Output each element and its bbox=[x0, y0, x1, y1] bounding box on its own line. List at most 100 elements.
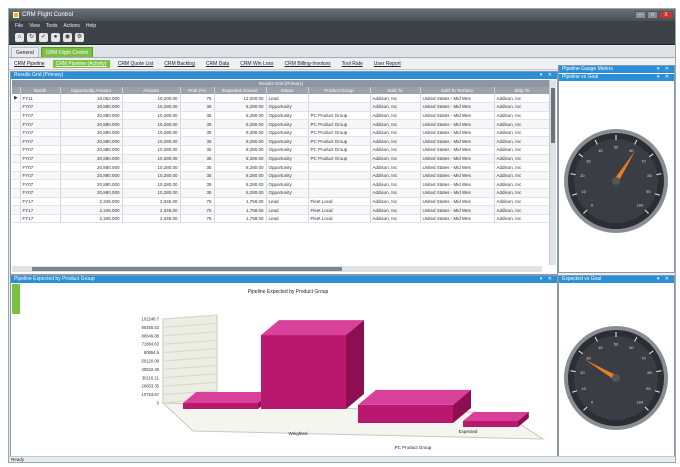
view-tabs: General CRM Flight Control bbox=[9, 46, 675, 58]
row-selector[interactable] bbox=[12, 145, 21, 155]
table-cell: Addison, Inc bbox=[370, 197, 421, 207]
row-selector[interactable] bbox=[12, 205, 21, 215]
col-header[interactable]: Opportunity Amount bbox=[60, 87, 123, 94]
table-row[interactable]: FY17 2,345.000 2,345.00 75 1,758.00 Lead Fleet… bbox=[12, 197, 550, 207]
row-selector[interactable] bbox=[12, 162, 21, 172]
table-cell: United States - Mid Wes bbox=[420, 136, 495, 147]
row-selector[interactable] bbox=[12, 136, 21, 147]
table-cell: Opportunity bbox=[266, 154, 309, 164]
table-row[interactable]: FY07 20,880.000 10,280.00 35 8,280.00 Opportu… bbox=[12, 162, 550, 172]
chat-icon[interactable]: ● bbox=[51, 33, 60, 42]
menu-tools[interactable]: Tools bbox=[46, 23, 58, 29]
table-row[interactable]: FY07 20,880.000 10,280.00 35 8,280.00 Opportu… bbox=[12, 111, 550, 121]
panel-controls[interactable]: ▾ ✕ bbox=[657, 74, 671, 81]
col-header[interactable]: Product Group bbox=[308, 87, 371, 94]
search-tab[interactable]: CRM Backlog bbox=[161, 60, 198, 68]
search-tab[interactable]: CRM Data bbox=[203, 60, 232, 68]
col-header[interactable]: Sold To bbox=[370, 87, 421, 94]
search-tab[interactable]: CRM Win Loss bbox=[237, 60, 276, 68]
table-row[interactable]: FY07 20,880.000 10,280.00 35 8,280.00 Opportu… bbox=[12, 136, 550, 147]
panel-controls[interactable]: ▾ ✕ bbox=[657, 276, 671, 283]
col-header[interactable]: Expected Amount bbox=[214, 87, 267, 94]
minimize-button[interactable]: — bbox=[635, 11, 646, 19]
gear-icon[interactable]: ⚙ bbox=[75, 33, 84, 42]
row-selector[interactable]: ▶ bbox=[12, 94, 21, 104]
table-cell: PC Product Group bbox=[308, 136, 371, 147]
house-icon[interactable]: ⌂ bbox=[15, 33, 24, 42]
col-header[interactable]: Ship To bbox=[494, 87, 550, 94]
menu-file[interactable]: File bbox=[15, 23, 23, 29]
table-row[interactable]: FY07 20,880.000 10,280.00 35 8,280.00 Opportu… bbox=[12, 128, 550, 138]
tab-crm-flight-control[interactable]: CRM Flight Control bbox=[40, 47, 94, 57]
table-cell: 35 bbox=[180, 171, 215, 181]
x-category-label: Expected bbox=[459, 429, 478, 434]
row-selector[interactable] bbox=[12, 179, 21, 190]
table-row[interactable]: FY07 20,880.000 10,280.00 35 8,280.00 Opportu… bbox=[12, 154, 550, 164]
checkmark-icon[interactable]: ✓ bbox=[39, 33, 48, 42]
table-cell: FY07 bbox=[20, 162, 61, 172]
y-tick-label: 60854.6 bbox=[144, 350, 160, 355]
search-tab-active[interactable]: CRM Pipeline (Activity) bbox=[52, 60, 110, 68]
scroll-thumb[interactable] bbox=[32, 267, 342, 271]
search-tab[interactable]: CRM Pipeline bbox=[11, 60, 48, 68]
person-icon[interactable]: ◉ bbox=[63, 33, 72, 42]
row-selector[interactable] bbox=[12, 154, 21, 164]
grid-horizontal-scrollbar[interactable] bbox=[12, 266, 542, 272]
refresh-icon[interactable]: ↻ bbox=[27, 33, 36, 42]
scroll-thumb[interactable] bbox=[551, 88, 555, 143]
panel-controls[interactable]: ▾ ✕ bbox=[657, 66, 671, 73]
close-button[interactable]: X bbox=[659, 11, 673, 19]
table-cell: United States - Mid Wes bbox=[420, 214, 495, 224]
table-cell: 20,880.000 bbox=[60, 111, 123, 121]
table-row[interactable]: FY07 20,880.000 10,280.00 35 8,280.00 Opportu… bbox=[12, 145, 550, 155]
menu-actions[interactable]: Actions bbox=[64, 23, 80, 29]
table-row[interactable]: FY07 20,880.000 10,280.00 35 8,280.00 Opportu… bbox=[12, 102, 550, 112]
bar-fleet-local-expected bbox=[463, 421, 518, 427]
panel-controls[interactable]: ▾ ✕ bbox=[540, 276, 554, 283]
row-selector[interactable] bbox=[12, 214, 21, 224]
col-header[interactable]: Status bbox=[266, 87, 309, 94]
row-selector[interactable] bbox=[12, 171, 21, 181]
row-selector[interactable] bbox=[12, 188, 21, 198]
table-cell: 75 bbox=[180, 197, 215, 207]
table-row[interactable]: FY07 20,880.000 10,280.00 35 8,280.00 Opportu… bbox=[12, 179, 550, 190]
col-header[interactable]: Sold To Territory bbox=[420, 87, 495, 94]
maximize-button[interactable]: □ bbox=[647, 11, 658, 19]
table-cell: Fleet Local bbox=[308, 205, 371, 215]
row-selector[interactable] bbox=[12, 197, 21, 207]
tab-general[interactable]: General bbox=[11, 47, 39, 57]
table-row[interactable]: FY07 20,880.000 10,280.00 35 8,280.00 Opportu… bbox=[12, 188, 550, 198]
row-selector[interactable] bbox=[12, 119, 21, 129]
row-selector[interactable] bbox=[12, 128, 21, 138]
table-cell: 2,345.00 bbox=[122, 205, 181, 215]
gauge-tick-label: 90 bbox=[646, 386, 651, 391]
grid-vertical-scrollbar[interactable] bbox=[549, 80, 556, 265]
table-cell: United States - Mid Wes bbox=[420, 145, 495, 155]
table-row[interactable]: FY07 20,880.000 10,280.00 35 8,280.00 Opportu… bbox=[12, 171, 550, 181]
chart-panel: Pipeline Expected by Product Group ▾ ✕ P… bbox=[10, 275, 558, 459]
table-cell: 10,280.00 bbox=[122, 119, 181, 129]
chart-side-tab[interactable] bbox=[12, 284, 20, 314]
gauge-tick-label: 40 bbox=[598, 345, 603, 350]
table-row[interactable]: FY17 2,345.000 2,345.00 75 1,758.00 Lead Fleet… bbox=[12, 205, 550, 215]
col-header[interactable]: Amount bbox=[122, 87, 181, 94]
table-cell: Lead bbox=[266, 205, 309, 215]
search-tab[interactable]: CRM Quote List bbox=[115, 60, 157, 68]
table-cell: Opportunity bbox=[266, 119, 309, 129]
search-tab[interactable]: Tool Rate bbox=[339, 60, 366, 68]
table-row[interactable]: FY07 20,880.000 10,280.00 35 8,280.00 Opportu… bbox=[12, 119, 550, 129]
table-cell: 20,880.000 bbox=[60, 179, 123, 190]
col-header[interactable]: Month bbox=[20, 87, 61, 94]
table-row[interactable]: ▶ FY11 18,062.000 10,200.00 75 12,000.00 Lead A… bbox=[12, 94, 550, 104]
row-selector[interactable] bbox=[12, 111, 21, 121]
search-tab[interactable]: CRM Billing-Invoices bbox=[282, 60, 334, 68]
row-selector[interactable] bbox=[12, 102, 21, 112]
y-tick-label: 20653.35 bbox=[142, 384, 160, 389]
menu-bar: File View Tools Actions Help bbox=[9, 21, 675, 31]
menu-help[interactable]: Help bbox=[86, 23, 96, 29]
panel-controls[interactable]: ▾ ✕ bbox=[540, 72, 554, 79]
col-header[interactable]: Prob (%) bbox=[180, 87, 215, 94]
table-row[interactable]: FY17 2,345.000 2,345.00 75 1,758.00 Lead Fleet… bbox=[12, 214, 550, 224]
search-tab[interactable]: User Report bbox=[371, 60, 404, 68]
menu-view[interactable]: View bbox=[29, 23, 40, 29]
